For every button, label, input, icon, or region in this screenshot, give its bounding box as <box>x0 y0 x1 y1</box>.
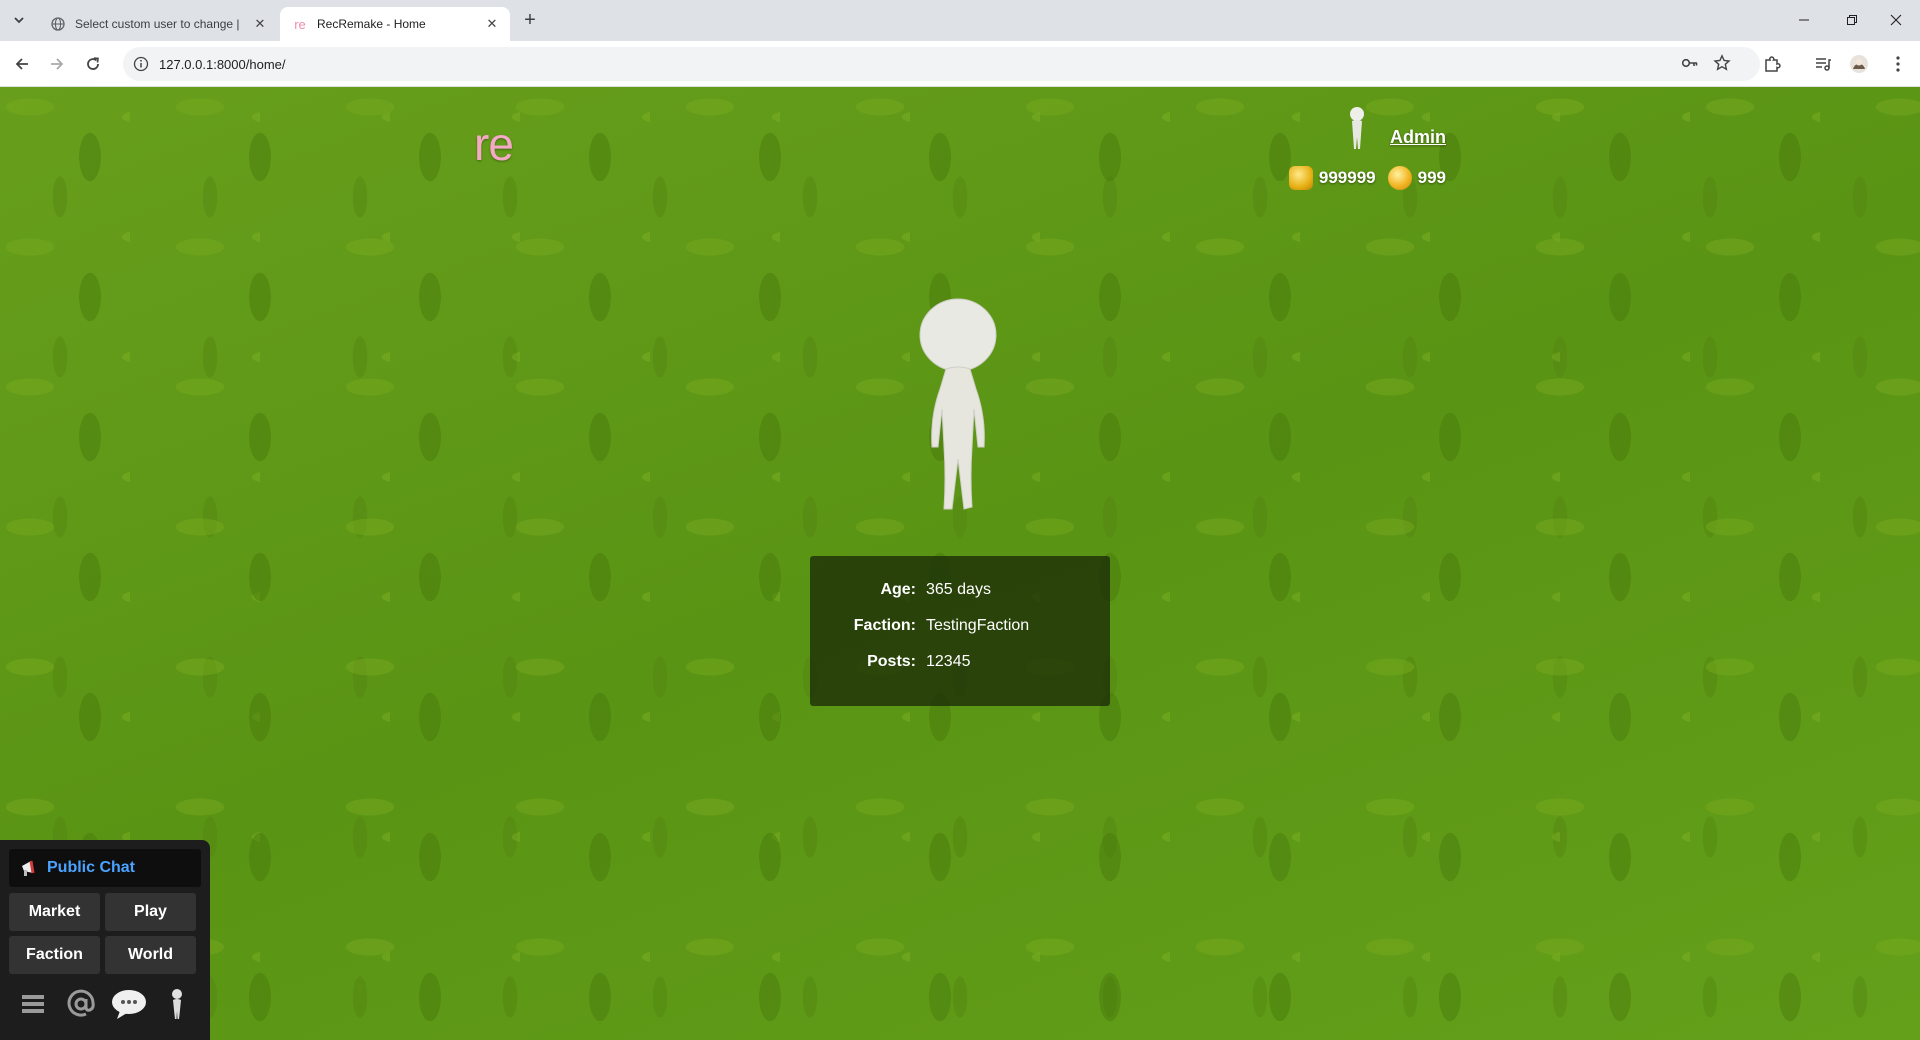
faction-button[interactable]: Faction <box>9 936 100 974</box>
restore-button[interactable] <box>1836 8 1868 32</box>
password-key-button[interactable] <box>1676 49 1704 77</box>
queue-music-icon <box>1816 58 1831 71</box>
tab-search-button[interactable] <box>7 8 31 32</box>
browser-menu-button[interactable] <box>1885 51 1911 77</box>
home-page: re Admin 999999 999 Age: 365 days Factio… <box>0 87 1920 1040</box>
stat-row-faction: Faction: TestingFaction <box>810 617 1110 653</box>
coin-count: 999999 <box>1318 168 1376 187</box>
site-favicon: re <box>294 16 306 32</box>
tab-admin[interactable]: Select custom user to change | ✕ <box>38 7 278 41</box>
avatar-button[interactable] <box>159 986 195 1022</box>
url-text: 127.0.0.1:8000/home/ <box>159 56 286 72</box>
browser-toolbar: 127.0.0.1:8000/home/ <box>0 41 1920 87</box>
public-chat-button[interactable]: Public Chat <box>9 849 201 887</box>
dock-button-grid: Market Play Faction World <box>9 893 201 974</box>
gem-count: 999 <box>1417 168 1446 187</box>
minimize-button[interactable] <box>1788 8 1820 32</box>
menu-button[interactable] <box>15 986 51 1022</box>
minimize-icon <box>1799 19 1809 21</box>
back-button[interactable] <box>9 51 35 77</box>
messages-button[interactable] <box>111 986 147 1022</box>
arrow-right-icon <box>51 58 64 70</box>
close-icon[interactable]: ✕ <box>252 16 268 32</box>
reload-button[interactable] <box>80 51 106 77</box>
hamburger-menu-icon <box>22 995 44 1013</box>
dock-icon-row <box>9 984 201 1024</box>
profile-stats-panel: Age: 365 days Faction: TestingFaction Po… <box>810 556 1110 706</box>
media-controls-button[interactable] <box>1810 51 1836 77</box>
stat-value: TestingFaction <box>926 617 1030 634</box>
extensions-button[interactable] <box>1759 51 1785 77</box>
puzzle-icon <box>1765 56 1781 72</box>
close-window-button[interactable] <box>1880 8 1912 32</box>
close-icon[interactable]: ✕ <box>484 16 500 32</box>
avatar-icon <box>1850 55 1868 73</box>
key-icon <box>1681 58 1698 68</box>
bookmark-button[interactable] <box>1708 49 1736 77</box>
stat-label: Posts: <box>867 653 916 670</box>
site-logo[interactable]: re <box>474 117 514 171</box>
stat-value: 12345 <box>926 653 971 670</box>
address-bar[interactable]: 127.0.0.1:8000/home/ <box>123 47 1760 81</box>
stat-label: Faction: <box>853 617 916 634</box>
star-icon <box>1713 54 1731 71</box>
public-chat-label: Public Chat <box>47 859 136 876</box>
reload-icon <box>87 57 99 70</box>
tab-title: Select custom user to change | <box>75 17 240 31</box>
tab-home[interactable]: re RecRemake - Home ✕ <box>280 7 510 41</box>
stat-row-posts: Posts: 12345 <box>810 653 1110 689</box>
megaphone-icon <box>22 860 35 876</box>
arrow-left-icon <box>15 58 28 70</box>
currency-bar: 999999 999 <box>1288 166 1446 190</box>
gem-icon <box>1387 166 1412 190</box>
market-button[interactable]: Market <box>9 893 100 931</box>
user-box: Admin 999999 999 <box>1288 105 1446 190</box>
tab-strip: Select custom user to change | ✕ re RecR… <box>0 0 1920 41</box>
globe-icon <box>50 16 66 32</box>
character-avatar <box>919 298 997 510</box>
new-tab-button[interactable]: + <box>519 9 541 31</box>
world-button[interactable]: World <box>105 936 196 974</box>
profile-avatar[interactable] <box>1846 51 1872 77</box>
user-avatar-icon[interactable] <box>1344 105 1370 151</box>
coin-icon <box>1288 166 1313 190</box>
at-sign-icon <box>67 989 95 1017</box>
chat-bubble-icon <box>112 990 146 1019</box>
info-icon[interactable] <box>133 56 149 72</box>
mentions-button[interactable] <box>63 986 99 1022</box>
stat-label: Age: <box>880 581 916 598</box>
close-icon <box>1890 14 1902 26</box>
person-icon <box>172 989 182 1019</box>
stat-row-age: Age: 365 days <box>810 581 1110 617</box>
more-vert-icon <box>1896 56 1900 72</box>
tab-title: RecRemake - Home <box>317 17 426 31</box>
forward-button[interactable] <box>44 51 70 77</box>
restore-icon <box>1847 15 1857 25</box>
play-button[interactable]: Play <box>105 893 196 931</box>
navigation-dock: Public Chat Market Play Faction World <box>0 840 210 1040</box>
stat-value: 365 days <box>926 581 991 598</box>
chevron-down-icon <box>14 17 24 24</box>
